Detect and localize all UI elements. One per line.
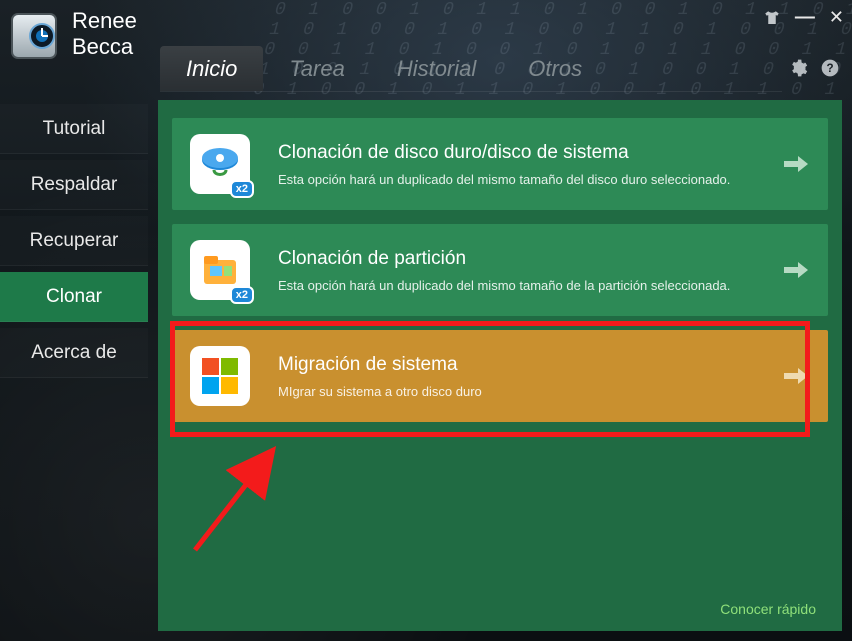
sidebar-item-acerca[interactable]: Acerca de — [0, 328, 148, 378]
gear-icon[interactable] — [788, 58, 808, 78]
partition-clone-icon: x2 — [190, 240, 250, 300]
tab-inicio[interactable]: Inicio — [160, 46, 263, 91]
card-title: Clonación de partición — [278, 248, 782, 270]
close-button[interactable]: ✕ — [829, 7, 844, 28]
top-right-icons: ? — [788, 58, 840, 78]
sidebar-item-respaldar[interactable]: Respaldar — [0, 160, 148, 210]
sidebar-item-label: Tutorial — [43, 118, 106, 140]
arrow-right-icon — [782, 260, 810, 280]
card-desc: Esta opción hará un duplicado del mismo … — [278, 172, 782, 187]
sidebar: Tutorial Respaldar Recuperar Clonar Acer… — [0, 104, 148, 631]
card-texts: Migración de sistema MIgrar su sistema a… — [278, 354, 782, 399]
app-logo-icon — [8, 8, 64, 64]
windows-flag-icon — [190, 346, 250, 406]
sidebar-item-label: Recuperar — [30, 230, 119, 252]
app-window: 0 1 0 0 1 0 1 1 0 1 0 0 1 0 1 1 0 1 1 0 … — [0, 0, 852, 641]
arrow-right-icon — [782, 154, 810, 174]
tab-historial[interactable]: Historial — [371, 46, 502, 91]
tab-label: Tarea — [289, 56, 344, 82]
app-title: Renee Becca — [72, 8, 137, 60]
card-title: Migración de sistema — [278, 354, 782, 376]
card-partition-clone[interactable]: x2 Clonación de partición Esta opción ha… — [172, 224, 828, 316]
sidebar-item-clonar[interactable]: Clonar — [0, 272, 148, 322]
sidebar-item-label: Respaldar — [31, 174, 118, 196]
tab-otros[interactable]: Otros — [502, 46, 608, 91]
tab-label: Inicio — [186, 56, 237, 82]
sidebar-item-recuperar[interactable]: Recuperar — [0, 216, 148, 266]
main-panel: x2 Clonación de disco duro/disco de sist… — [158, 100, 842, 631]
tab-label: Historial — [397, 56, 476, 82]
arrow-right-icon — [782, 366, 810, 386]
svg-text:?: ? — [826, 62, 833, 75]
card-title: Clonación de disco duro/disco de sistema — [278, 142, 782, 164]
card-desc: Esta opción hará un duplicado del mismo … — [278, 278, 782, 293]
card-desc: MIgrar su sistema a otro disco duro — [278, 384, 782, 399]
sidebar-item-label: Acerca de — [31, 342, 117, 364]
window-controls: — ✕ — [763, 6, 844, 29]
sidebar-item-tutorial[interactable]: Tutorial — [0, 104, 148, 154]
sidebar-item-label: Clonar — [46, 286, 102, 308]
card-system-migration[interactable]: Migración de sistema MIgrar su sistema a… — [172, 330, 828, 422]
tab-tarea[interactable]: Tarea — [263, 46, 370, 91]
help-icon[interactable]: ? — [820, 58, 840, 78]
app-title-line1: Renee — [72, 8, 137, 33]
minimize-button[interactable]: — — [795, 6, 815, 29]
disk-clone-icon: x2 — [190, 134, 250, 194]
card-texts: Clonación de partición Esta opción hará … — [278, 248, 782, 293]
card-disk-clone[interactable]: x2 Clonación de disco duro/disco de sist… — [172, 118, 828, 210]
tshirt-icon[interactable] — [763, 9, 781, 27]
tab-label: Otros — [528, 56, 582, 82]
badge-x2: x2 — [230, 180, 254, 198]
footer-link-conocer-rapido[interactable]: Conocer rápido — [720, 601, 816, 617]
badge-x2: x2 — [230, 286, 254, 304]
card-texts: Clonación de disco duro/disco de sistema… — [278, 142, 782, 187]
app-title-line2: Becca — [72, 34, 133, 59]
top-tabs: Inicio Tarea Historial Otros — [160, 46, 782, 92]
